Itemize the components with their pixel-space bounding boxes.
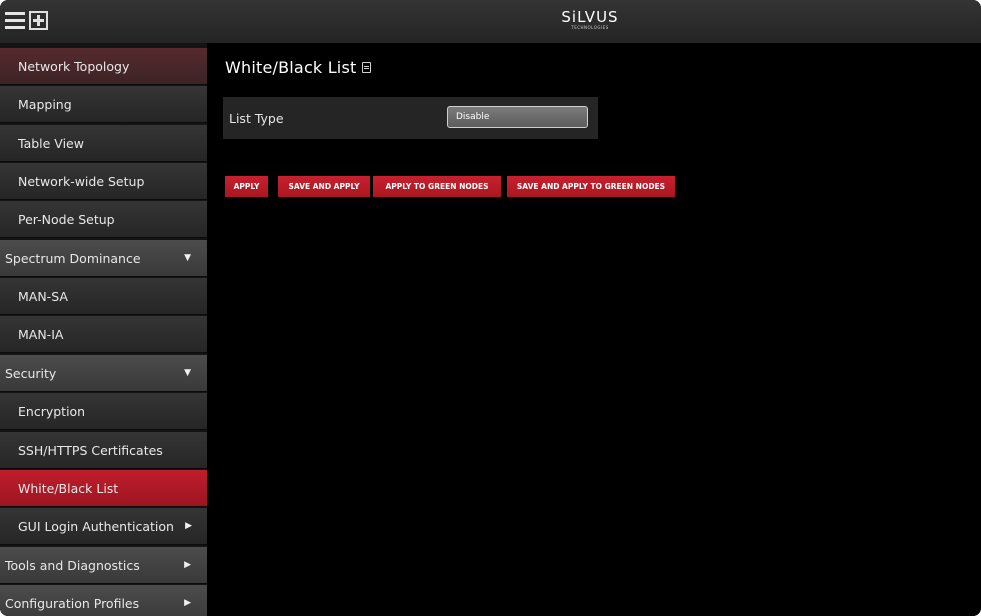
sidebar-item-encryption[interactable]: Encryption bbox=[0, 393, 207, 430]
sidebar-item-label: SSH/HTTPS Certificates bbox=[18, 442, 163, 458]
top-bar: SiLVUS TECHNOLOGIES bbox=[0, 0, 981, 43]
main-content: White/Black List List Type Disable APPLY… bbox=[207, 43, 981, 616]
sidebar-item-label: Tools and Diagnostics bbox=[5, 557, 140, 573]
list-type-label: List Type bbox=[229, 111, 284, 126]
app-window: SiLVUS TECHNOLOGIES Network Topology Map… bbox=[0, 0, 981, 616]
list-type-select[interactable]: Disable bbox=[447, 106, 588, 128]
chevron-right-icon: ▶ bbox=[184, 598, 191, 608]
sidebar-group-security[interactable]: Security ▼ bbox=[0, 355, 207, 392]
sidebar-item-label: MAN-IA bbox=[18, 326, 64, 342]
sidebar-item-network-wide-setup[interactable]: Network-wide Setup bbox=[0, 163, 207, 200]
logo-text: SiLVUS bbox=[561, 8, 619, 26]
sidebar-item-mapping[interactable]: Mapping bbox=[0, 86, 207, 123]
sidebar-item-label: Spectrum Dominance bbox=[5, 250, 141, 266]
help-document-icon[interactable] bbox=[362, 62, 372, 73]
add-square-icon[interactable] bbox=[29, 11, 48, 30]
chevron-right-icon: ▶ bbox=[185, 521, 192, 531]
list-type-value: Disable bbox=[456, 112, 490, 122]
logo-subtext: TECHNOLOGIES bbox=[571, 25, 609, 30]
chevron-down-icon: ▼ bbox=[184, 368, 191, 378]
sidebar-item-ssh-https-certificates[interactable]: SSH/HTTPS Certificates bbox=[0, 432, 207, 469]
sidebar-item-label: Network Topology bbox=[18, 58, 130, 74]
sidebar-item-label: Per-Node Setup bbox=[18, 211, 115, 227]
sidebar-item-gui-login-authentication[interactable]: GUI Login Authentication ▶ bbox=[0, 508, 207, 545]
save-and-apply-button[interactable]: SAVE AND APPLY bbox=[278, 176, 370, 197]
sidebar-item-man-ia[interactable]: MAN-IA bbox=[0, 316, 207, 353]
chevron-right-icon: ▶ bbox=[184, 560, 191, 570]
sidebar-item-table-view[interactable]: Table View bbox=[0, 125, 207, 162]
sidebar-group-tools-and-diagnostics[interactable]: Tools and Diagnostics ▶ bbox=[0, 547, 207, 584]
sidebar-item-label: Table View bbox=[18, 135, 84, 151]
sidebar-item-man-sa[interactable]: MAN-SA bbox=[0, 278, 207, 315]
sidebar-item-label: Configuration Profiles bbox=[5, 595, 140, 611]
sidebar-item-white-black-list[interactable]: White/Black List bbox=[0, 470, 207, 507]
page-title: White/Black List bbox=[225, 58, 372, 77]
sidebar-item-label: GUI Login Authentication bbox=[18, 518, 174, 534]
sidebar-item-network-topology[interactable]: Network Topology bbox=[0, 48, 207, 85]
sidebar-group-configuration-profiles[interactable]: Configuration Profiles ▶ bbox=[0, 585, 207, 616]
silvus-logo: SiLVUS TECHNOLOGIES bbox=[540, 9, 640, 31]
chevron-down-icon: ▼ bbox=[184, 253, 191, 263]
sidebar-item-label: Encryption bbox=[18, 403, 86, 419]
apply-to-green-nodes-button[interactable]: APPLY TO GREEN NODES bbox=[373, 176, 501, 197]
hamburger-menu-icon[interactable] bbox=[5, 12, 25, 29]
sidebar: Network Topology Mapping Table View Netw… bbox=[0, 43, 207, 616]
sidebar-item-label: MAN-SA bbox=[18, 288, 68, 304]
save-and-apply-to-green-nodes-button[interactable]: SAVE AND APPLY TO GREEN NODES bbox=[507, 176, 675, 197]
sidebar-item-label: Network-wide Setup bbox=[18, 173, 145, 189]
sidebar-item-label: Security bbox=[5, 365, 57, 381]
list-type-panel: List Type Disable bbox=[223, 97, 598, 139]
page-title-text: White/Black List bbox=[225, 58, 357, 77]
apply-button[interactable]: APPLY bbox=[225, 176, 268, 197]
sidebar-item-label: White/Black List bbox=[18, 480, 119, 496]
sidebar-group-spectrum-dominance[interactable]: Spectrum Dominance ▼ bbox=[0, 240, 207, 277]
sidebar-item-label: Mapping bbox=[18, 96, 72, 112]
sidebar-item-per-node-setup[interactable]: Per-Node Setup bbox=[0, 201, 207, 238]
